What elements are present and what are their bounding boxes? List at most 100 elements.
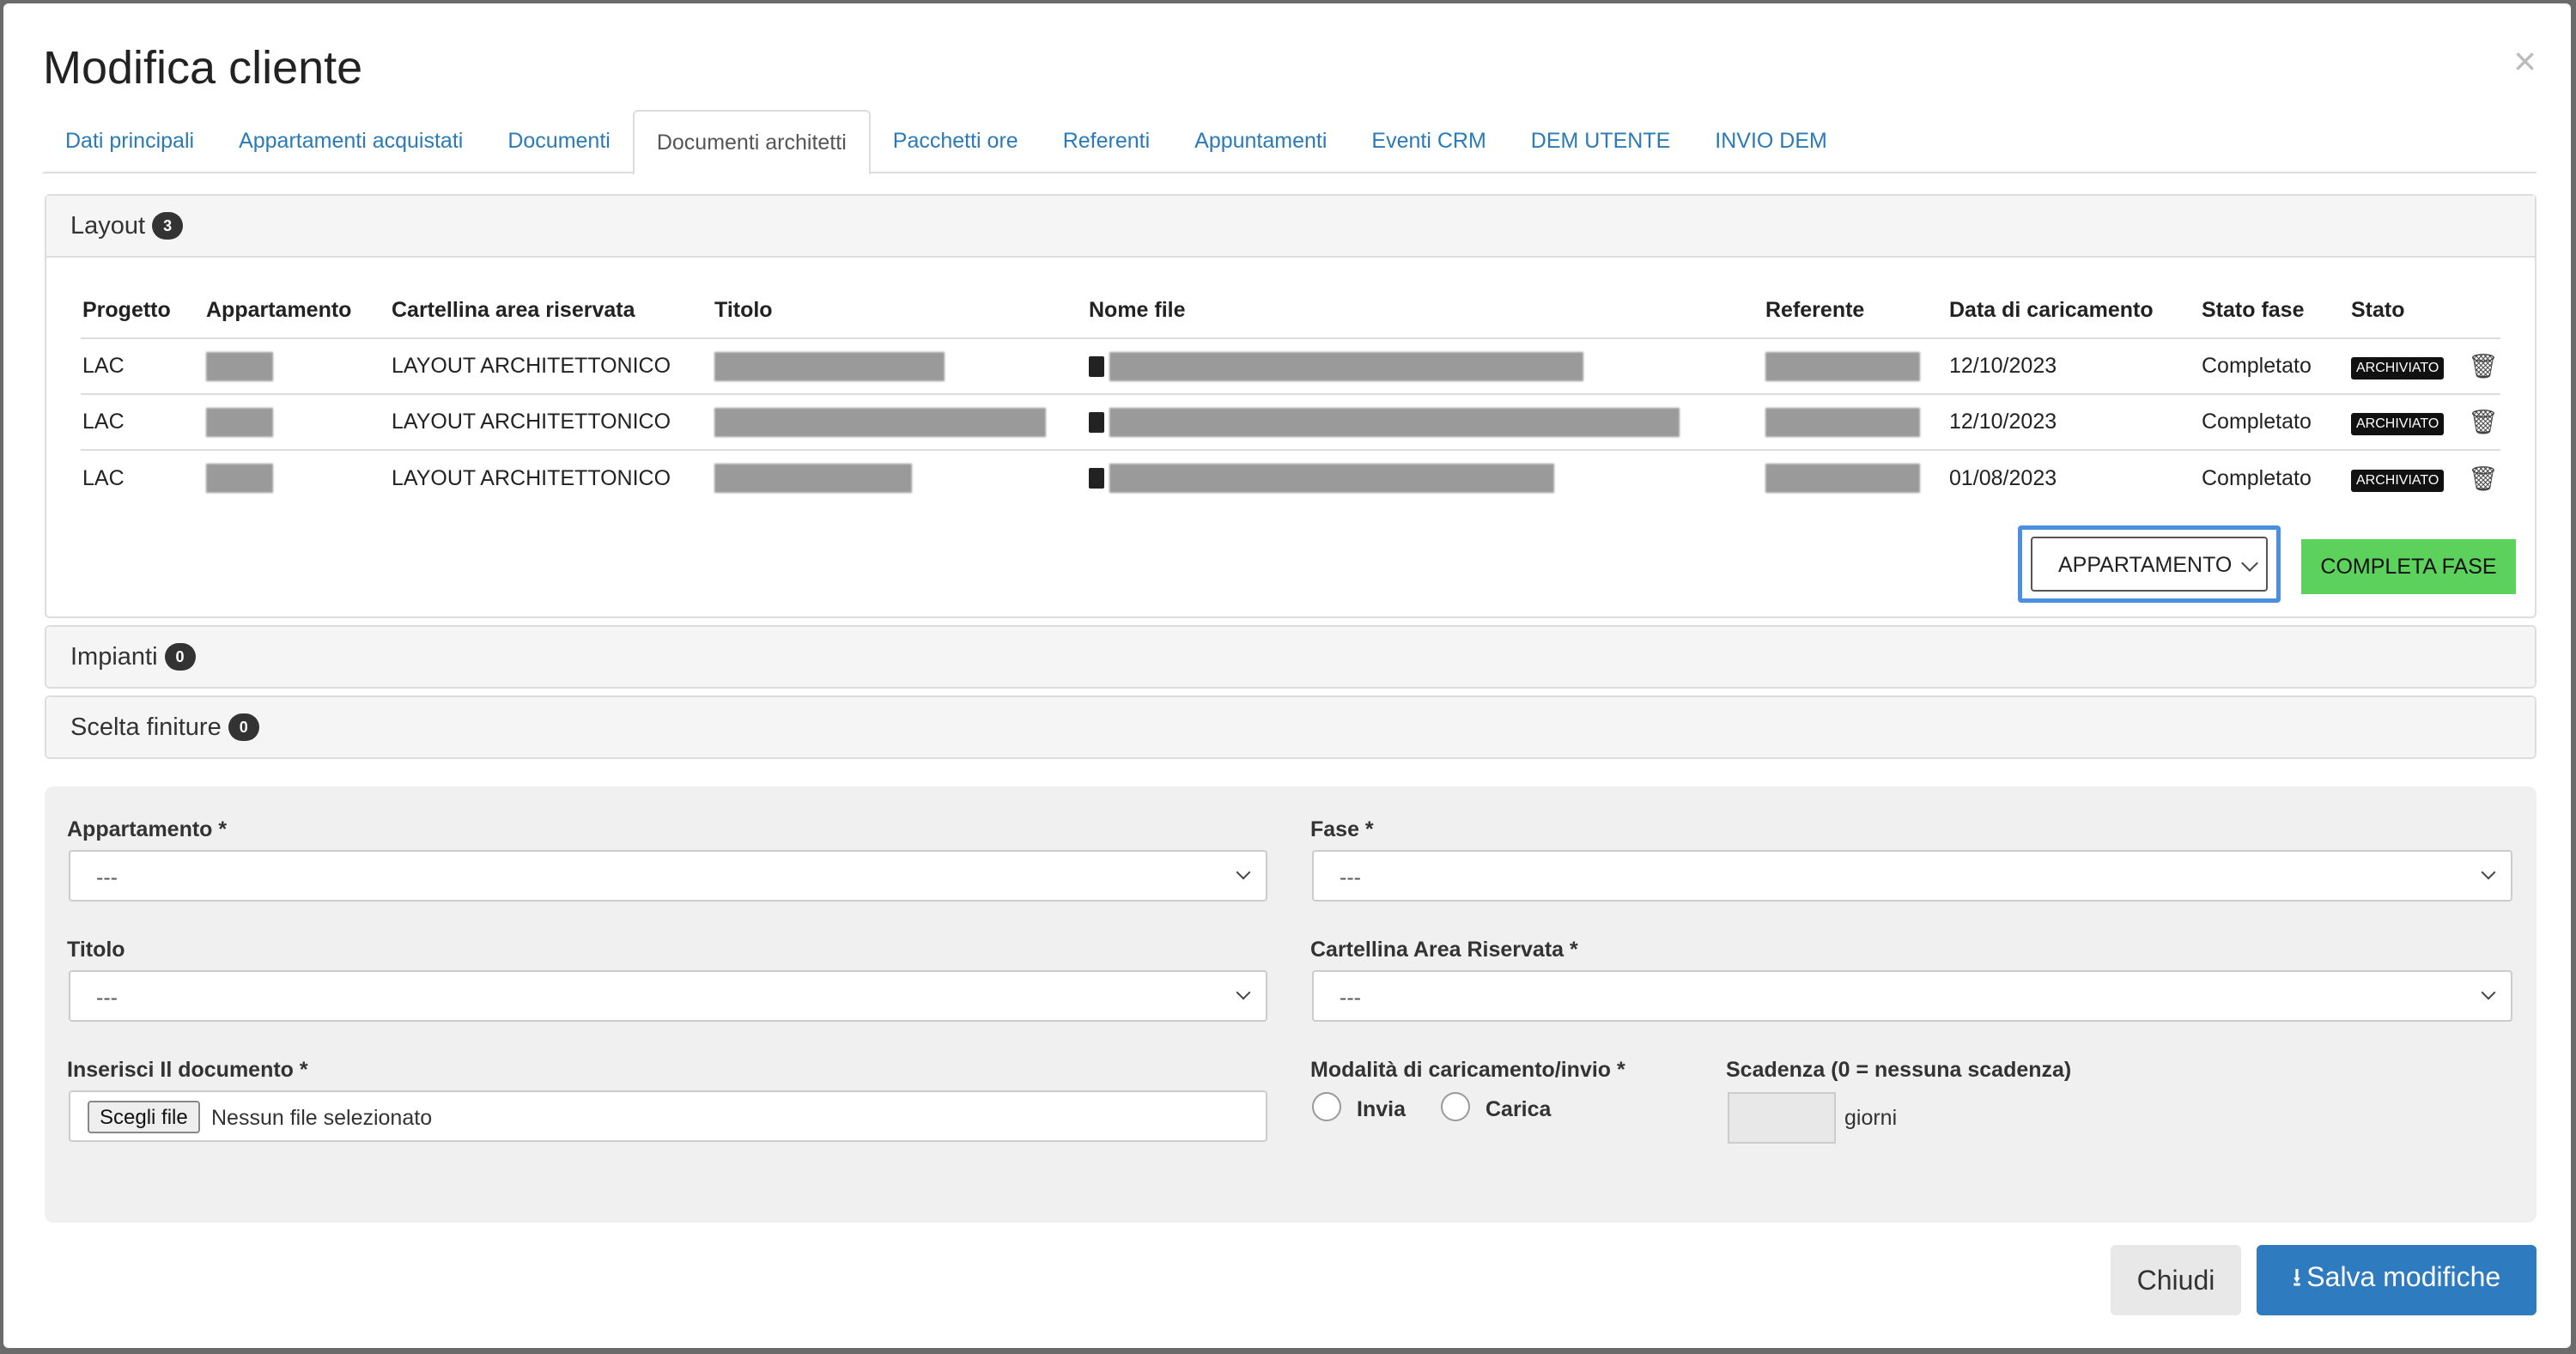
fase-field[interactable]: ---: [1312, 850, 2512, 902]
cell-data: 12/10/2023: [1947, 337, 2200, 394]
redacted-referente: [1765, 407, 1920, 437]
table-row: LAC LAYOUT ARCHITETTONICO 12/10/2023 Com…: [81, 393, 2500, 450]
finiture-panel-header[interactable]: Scelta finiture 0: [46, 697, 2535, 757]
tab-dem-utente[interactable]: DEM UTENTE: [1509, 110, 1693, 173]
salva-modifiche-button[interactable]: ⭳ Salva modifiche: [2257, 1245, 2537, 1315]
titolo-label: Titolo: [67, 938, 125, 962]
redacted-titolo: [714, 351, 945, 381]
cartellina-field[interactable]: ---: [1312, 970, 2512, 1022]
cell-progetto: LAC: [81, 449, 204, 506]
radio-invia[interactable]: [1312, 1092, 1341, 1121]
radio-invia-label: Invia: [1357, 1097, 1406, 1121]
documento-label: Inserisci Il documento *: [67, 1058, 308, 1082]
tab-eventi-crm[interactable]: Eventi CRM: [1349, 110, 1508, 173]
status-badge: ARCHIVIATO: [2351, 413, 2445, 435]
appartamento-field[interactable]: ---: [69, 850, 1267, 902]
layout-panel-header[interactable]: Layout 3: [46, 196, 2535, 258]
file-status: Nessun file selezionato: [211, 1106, 433, 1130]
finiture-panel-title: Scelta finiture: [70, 713, 222, 741]
redacted-appartamento: [206, 407, 273, 437]
redacted-appartamento: [206, 351, 273, 381]
tab-appartamenti-acquistati[interactable]: Appartamenti acquistati: [216, 110, 485, 173]
download-icon: ⭳: [2292, 1263, 2302, 1292]
modalita-label: Modalità di caricamento/invio *: [1310, 1058, 1625, 1082]
cartellina-field-value: ---: [1340, 986, 1361, 1010]
redacted-appartamento: [206, 464, 273, 493]
status-badge: ARCHIVIATO: [2351, 469, 2445, 492]
radio-carica[interactable]: [1441, 1092, 1470, 1121]
trash-icon[interactable]: 🗑: [2468, 353, 2499, 379]
appartamento-field-value: ---: [96, 865, 118, 890]
fase-label: Fase *: [1310, 817, 1374, 841]
radio-carica-label: Carica: [1485, 1097, 1552, 1121]
titolo-field[interactable]: ---: [69, 970, 1267, 1022]
layout-panel: Layout 3 Progetto Appartamento Cartellin…: [45, 194, 2537, 618]
trash-icon[interactable]: 🗑: [2468, 465, 2499, 492]
redacted-referente: [1765, 351, 1920, 381]
chevron-down-icon: [1236, 985, 1251, 1000]
col-cartellina: Cartellina area riservata: [392, 298, 635, 322]
status-badge: ARCHIVIATO: [2351, 357, 2445, 379]
chevron-down-icon: [2241, 555, 2258, 572]
scadenza-unit: giorni: [1844, 1106, 1898, 1130]
finiture-count-badge: 0: [228, 713, 259, 741]
redacted-titolo: [714, 464, 912, 493]
tab-invio-dem[interactable]: INVIO DEM: [1692, 110, 1850, 173]
appartamento-label: Appartamento *: [67, 817, 228, 841]
appartamento-select[interactable]: APPARTAMENTO: [2031, 537, 2268, 592]
table-row: LAC LAYOUT ARCHITETTONICO 12/10/2023 Com…: [81, 337, 2500, 394]
tab-appuntamenti[interactable]: Appuntamenti: [1172, 110, 1349, 173]
redacted-file-link[interactable]: [1109, 407, 1680, 437]
chiudi-button[interactable]: Chiudi: [2111, 1245, 2241, 1315]
file-icon: [1089, 468, 1104, 489]
cell-stato-fase: Completato: [2200, 337, 2349, 394]
cell-data: 12/10/2023: [1947, 393, 2200, 450]
layout-documents-table: Progetto Appartamento Cartellina area ri…: [81, 283, 2500, 506]
file-icon: [1089, 411, 1104, 433]
titolo-field-value: ---: [96, 986, 118, 1010]
table-header-row: Progetto Appartamento Cartellina area ri…: [81, 283, 2500, 338]
layout-count-badge: 3: [152, 212, 184, 240]
chevron-down-icon: [2481, 985, 2496, 1000]
col-stato: Stato: [2351, 298, 2405, 322]
redacted-file-link[interactable]: [1109, 351, 1583, 381]
cell-cartellina: LAYOUT ARCHITETTONICO: [390, 449, 713, 506]
redacted-file-link[interactable]: [1109, 464, 1554, 493]
salva-modifiche-label: Salva modifiche: [2306, 1260, 2501, 1292]
chevron-down-icon: [1236, 865, 1251, 880]
modal-title: Modifica cliente: [43, 42, 363, 94]
trash-icon[interactable]: 🗑: [2468, 409, 2499, 435]
scadenza-label: Scadenza (0 = nessuna scadenza): [1726, 1058, 2072, 1082]
col-titolo: Titolo: [714, 298, 773, 322]
scadenza-input[interactable]: [1728, 1092, 1836, 1144]
completa-fase-button[interactable]: COMPLETA FASE: [2301, 539, 2516, 594]
focus-outline: APPARTAMENTO: [2018, 525, 2281, 603]
upload-form: Appartamento * --- Fase * --- Titolo ---…: [45, 786, 2537, 1223]
appartamento-select-value: APPARTAMENTO: [2058, 553, 2233, 577]
cell-stato-fase: Completato: [2200, 393, 2349, 450]
tab-pacchetti-ore[interactable]: Pacchetti ore: [871, 110, 1041, 173]
edit-client-modal: Modifica cliente × Dati principali Appar…: [3, 3, 2571, 1348]
impianti-panel-header[interactable]: Impianti 0: [46, 627, 2535, 687]
tab-dati-principali[interactable]: Dati principali: [43, 110, 216, 173]
fase-field-value: ---: [1340, 865, 1361, 890]
col-nome-file: Nome file: [1089, 298, 1186, 322]
col-referente: Referente: [1765, 298, 1865, 322]
tab-referenti[interactable]: Referenti: [1041, 110, 1172, 173]
layout-panel-title: Layout: [70, 211, 146, 240]
file-input[interactable]: Scegli file Nessun file selezionato: [69, 1090, 1267, 1142]
impianti-panel: Impianti 0: [45, 625, 2537, 689]
close-icon[interactable]: ×: [2513, 41, 2537, 81]
impianti-count-badge: 0: [164, 643, 196, 671]
col-appartamento: Appartamento: [206, 298, 352, 322]
table-row: LAC LAYOUT ARCHITETTONICO 01/08/2023 Com…: [81, 449, 2500, 506]
cell-cartellina: LAYOUT ARCHITETTONICO: [390, 337, 713, 394]
choose-file-button[interactable]: Scegli file: [88, 1101, 200, 1133]
tab-documenti-architetti[interactable]: Documenti architetti: [632, 110, 871, 175]
tab-documenti[interactable]: Documenti: [485, 110, 633, 173]
cell-cartellina: LAYOUT ARCHITETTONICO: [390, 393, 713, 450]
col-stato-fase: Stato fase: [2202, 298, 2305, 322]
cell-progetto: LAC: [81, 393, 204, 450]
col-actions: [2466, 283, 2500, 338]
file-icon: [1089, 355, 1104, 377]
